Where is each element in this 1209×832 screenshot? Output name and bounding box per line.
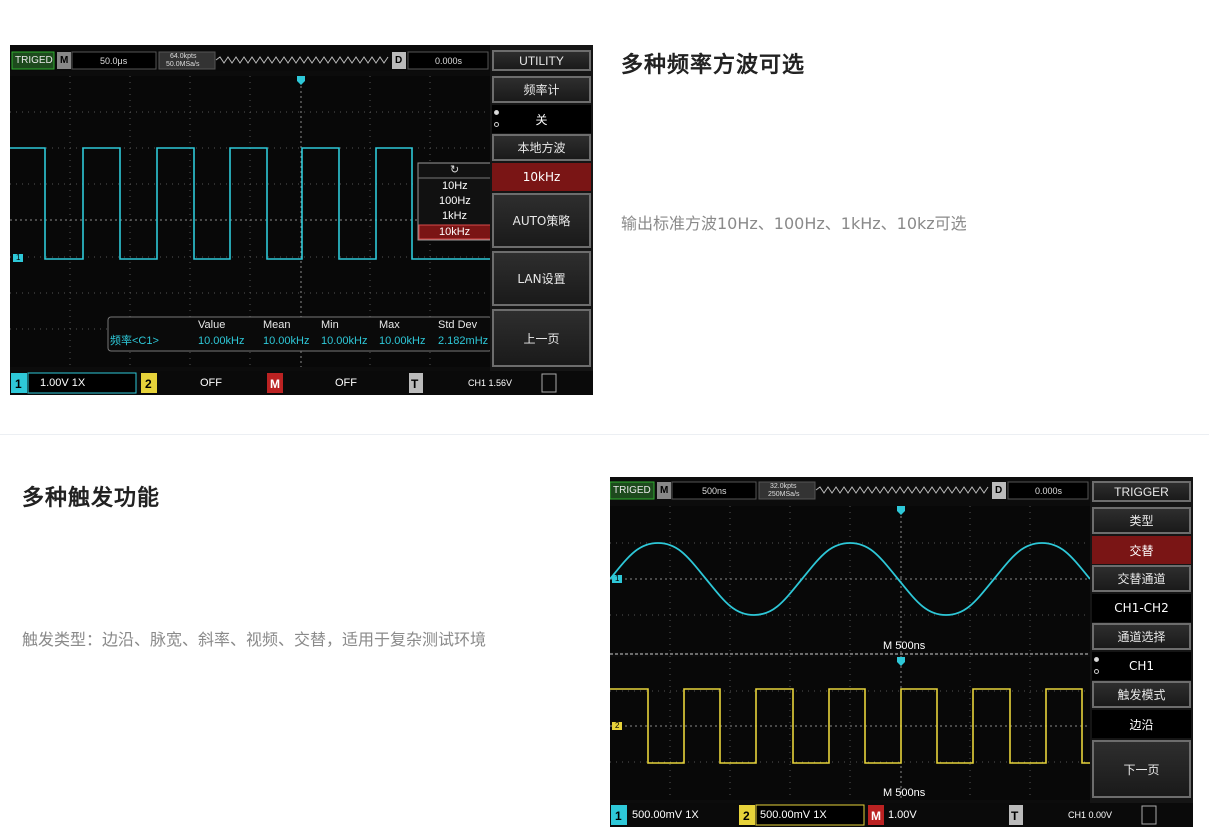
menu-next-page-label: 下一页 [1123,762,1160,777]
menu-trigger-mode-value-label: 边沿 [1129,717,1154,732]
menu-next-page[interactable]: 下一页 [1092,740,1191,798]
menu-channel-select-value-label: CH1 [1128,659,1155,673]
measure-min: 10.00kHz [321,335,368,347]
ch1-level-marker: 1 [13,254,24,262]
ch2-level-marker: 2 [612,722,623,730]
menu-type-value[interactable]: 交替 [1092,536,1191,564]
measure-header-min: Min [321,319,339,331]
lower-window-timebase: M 500ns [883,787,926,799]
menu-title-label: UTILITY [519,53,564,68]
timebase-readout: 500ns [702,486,727,496]
measure-header-mean: Mean [263,319,291,331]
delay-readout: 0.000s [1035,486,1063,496]
menu-alternate-channel-label: 交替通道 [1117,572,1166,586]
menu-freq-counter[interactable]: 频率计 [492,76,591,103]
delay-label: D [395,55,403,66]
sample-rate: 50.0MSa/s [166,61,200,68]
menu-local-square-wave-value[interactable]: 10kHz [492,163,591,191]
mode-label: M [660,485,669,496]
menu-prev-page-label: 上一页 [523,331,560,346]
memory-depth: 64.0kpts [170,53,197,60]
memory-depth: 32.0kpts [770,483,797,490]
measure-mean: 10.00kHz [263,335,310,347]
delay-readout: 0.000s [435,56,463,66]
sample-rate: 250MSa/s [768,491,800,498]
measure-header-max: Max [379,319,400,331]
trigger-label[interactable]: T [411,378,418,390]
menu-trigger-mode-value[interactable]: 边沿 [1092,710,1191,738]
menu-lan-settings-label: LAN设置 [517,272,566,286]
menu-freq-counter-value[interactable]: 关 [492,105,591,133]
section2-description: 触发类型：边沿、脉宽、斜率、视频、交替，适用于复杂测试环境 [22,630,487,649]
timebase-readout: 50.0μs [100,56,128,66]
menu-prev-page[interactable]: 上一页 [492,309,591,367]
math-settings[interactable]: OFF [335,378,357,389]
menu-channel-select-label: 通道选择 [1117,630,1166,644]
mode-label: M [60,55,69,66]
menu-alternate-channel-value[interactable]: CH1-CH2 [1092,594,1191,622]
section1-description: 输出标准方波10Hz、100Hz、1kHz、10kz可选 [621,214,967,233]
menu-local-square-wave-label: 本地方波 [517,141,566,155]
menu-alternate-channel-value-label: CH1-CH2 [1114,601,1169,615]
menu-trigger-mode[interactable]: 触发模式 [1092,681,1191,708]
refresh-icon[interactable]: ↻ [450,165,459,176]
popup-option-10hz[interactable]: 10Hz [442,181,468,192]
menu-title-trigger[interactable]: TRIGGER [1092,481,1191,502]
menu-auto-strategy[interactable]: AUTO策略 [492,193,591,248]
menu-freq-counter-value-label: 关 [535,112,548,127]
measure-header-stddev: Std Dev [438,319,478,331]
measure-header-value: Value [198,319,226,331]
menu-auto-strategy-label: AUTO策略 [512,214,571,228]
trigger-settings[interactable]: CH1 0.00V [1068,811,1112,820]
math-settings[interactable]: 1.00V [888,810,917,821]
radio-off-indicator [1094,669,1099,674]
ch1-settings[interactable]: 500.00mV 1X [632,810,699,821]
menu-alternate-channel[interactable]: 交替通道 [1092,565,1191,592]
menu-channel-select-value[interactable]: CH1 [1092,652,1191,680]
ch2-number[interactable]: 2 [743,810,750,822]
menu-type-label: 类型 [1129,514,1154,528]
menu-lan-settings[interactable]: LAN设置 [492,251,591,306]
ch1-level-marker: 1 [612,575,623,583]
trigger-settings[interactable]: CH1 1.56V [468,379,512,388]
trigger-label[interactable]: T [1011,810,1018,822]
section-divider [0,434,1209,435]
radio-on-indicator [1094,657,1099,662]
math-label[interactable]: M [871,810,881,822]
delay-label: D [995,485,1003,496]
ch2-settings[interactable]: OFF [200,378,222,389]
measure-max: 10.00kHz [379,335,426,347]
measure-stddev: 2.182mHz [438,335,489,347]
oscilloscope-screen-utility: TRIGED M 50.0μs 64.0kpts 50.0MSa/s D 0.0… [10,45,593,395]
menu-type[interactable]: 类型 [1092,507,1191,534]
menu-title-utility[interactable]: UTILITY [492,50,591,71]
menu-type-value-label: 交替 [1129,543,1154,558]
ch1-number[interactable]: 1 [615,810,622,822]
menu-local-square-wave[interactable]: 本地方波 [492,134,591,161]
menu-title-label: TRIGGER [1114,484,1169,499]
trigger-status: TRIGED [15,55,53,66]
ch1-number[interactable]: 1 [15,378,22,390]
measure-row-label: 频率<C1> [110,335,159,347]
ch2-settings[interactable]: 500.00mV 1X [760,810,827,821]
popup-option-100hz[interactable]: 100Hz [439,196,471,207]
menu-channel-select[interactable]: 通道选择 [1092,623,1191,650]
upper-window-timebase: M 500ns [883,640,926,652]
measure-value: 10.00kHz [198,335,245,347]
popup-option-10khz[interactable]: 10kHz [439,227,470,238]
radio-off-indicator [494,122,499,127]
popup-option-1khz[interactable]: 1kHz [442,211,467,222]
section2-heading: 多种触发功能 [22,486,161,511]
ch1-settings[interactable]: 1.00V 1X [40,378,85,389]
oscilloscope-screen-trigger: TRIGED M 500ns 32.0kpts 250MSa/s D 0.000… [610,477,1193,827]
menu-trigger-mode-label: 触发模式 [1117,688,1166,702]
math-label[interactable]: M [270,378,280,390]
trigger-status: TRIGED [613,485,651,496]
ch2-number[interactable]: 2 [145,378,152,390]
menu-freq-counter-label: 频率计 [523,83,560,97]
radio-on-indicator [494,110,499,115]
menu-local-square-wave-value-label: 10kHz [522,170,561,184]
section1-heading: 多种频率方波可选 [621,53,806,78]
